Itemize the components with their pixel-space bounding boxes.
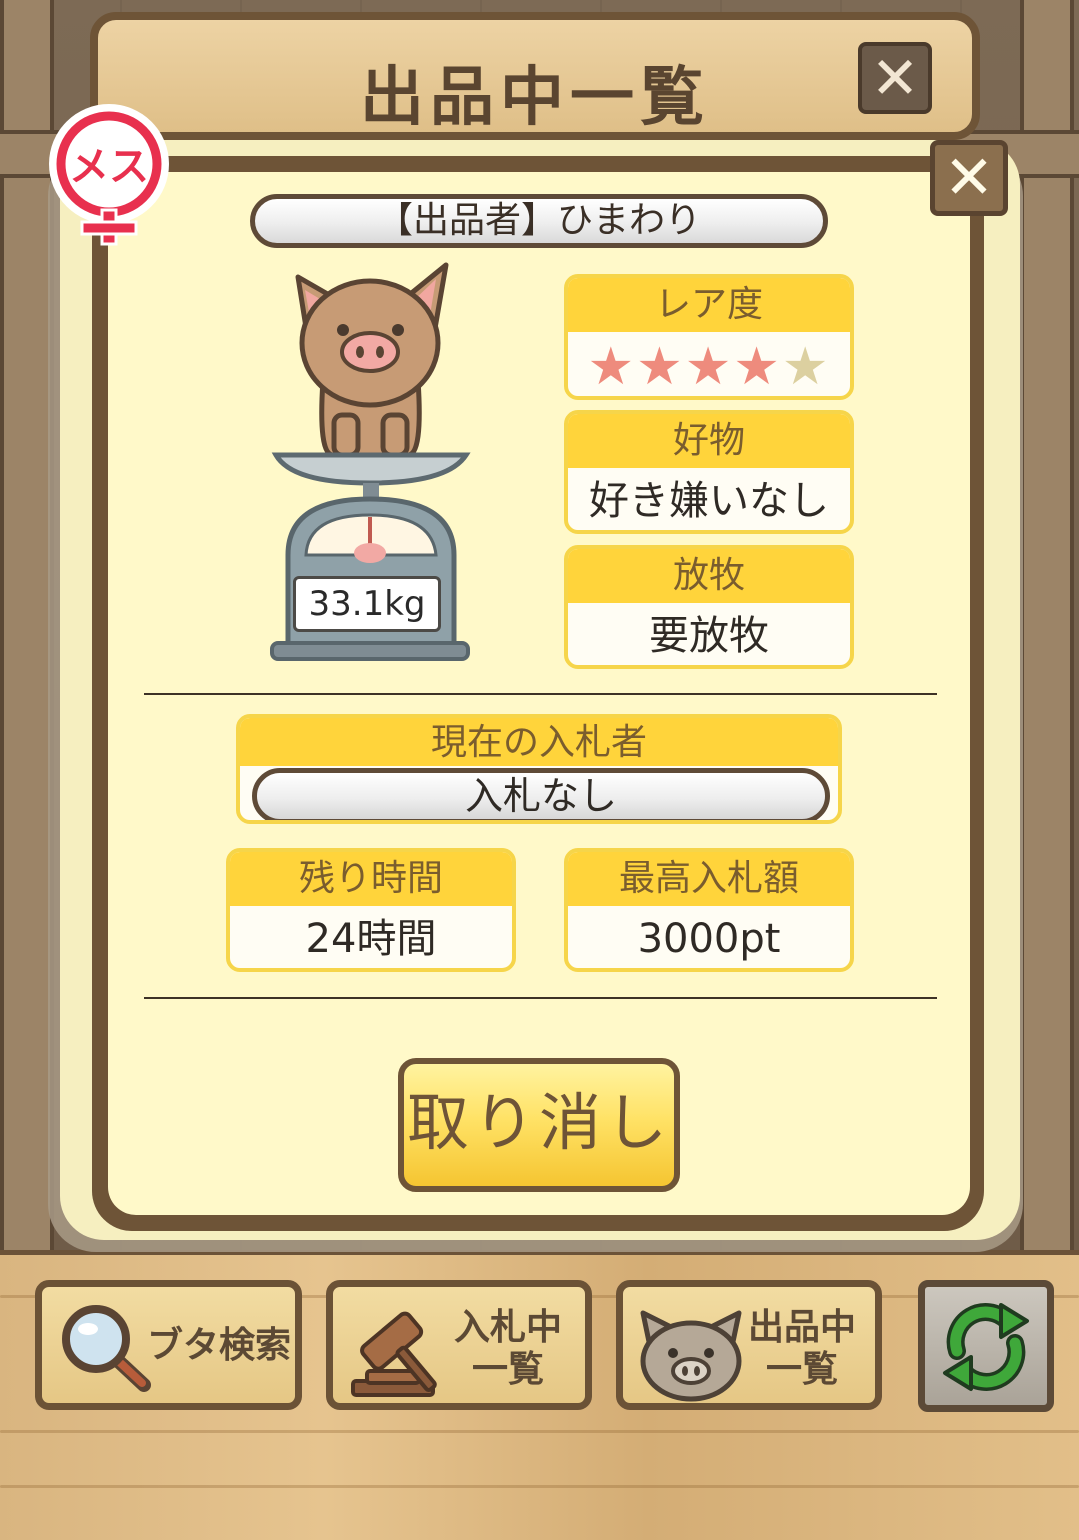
current-bidder-box: 現在の入札者 入札なし (236, 714, 842, 824)
rarity-stars: ★★★★★ (568, 332, 850, 397)
bidding-list-label-1: 入札中 (453, 1307, 562, 1348)
pig-search-button[interactable]: ブタ検索 (35, 1280, 302, 1410)
current-bidder-value: 入札なし (252, 768, 830, 820)
listing-list-label-2: 一覧 (765, 1349, 838, 1390)
divider (144, 997, 937, 999)
max-bid-label: 最高入札額 (568, 852, 850, 906)
page-title: 出品中一覧 (360, 61, 710, 135)
background-beam (1020, 0, 1074, 1250)
remaining-time-value: 24時間 (305, 916, 437, 962)
favorite-box: 好物 好き嫌いなし (564, 410, 854, 534)
bidding-list-label-2: 一覧 (471, 1349, 544, 1390)
refresh-button[interactable] (918, 1280, 1054, 1412)
pasture-value: 要放牧 (649, 613, 769, 659)
seller-name: 【出品者】ひまわり (250, 194, 828, 248)
modal-close-button[interactable]: ✕ (930, 140, 1008, 216)
max-bid-value: 3000pt (637, 916, 781, 962)
weight-display: 33.1kg (293, 576, 441, 632)
rarity-box: レア度 ★★★★★ (564, 274, 854, 400)
magnifier-icon (62, 1305, 151, 1392)
max-bid-box: 最高入札額 3000pt (564, 848, 854, 972)
divider (144, 693, 937, 695)
star-filled-icon: ★★★★ (587, 337, 782, 397)
gender-label: メス (69, 144, 149, 190)
listing-list-button[interactable]: 出品中 一覧 (616, 1280, 882, 1410)
cancel-listing-button[interactable]: 取り消し (398, 1058, 680, 1192)
refresh-icon (943, 1303, 1029, 1391)
bidding-list-button[interactable]: 入札中 一覧 (326, 1280, 592, 1410)
remaining-time-label: 残り時間 (230, 852, 512, 906)
star-empty-icon: ★ (781, 337, 831, 397)
pig-search-label: ブタ検索 (146, 1325, 291, 1366)
listing-list-label-1: 出品中 (747, 1307, 856, 1348)
pasture-label: 放牧 (568, 549, 850, 603)
favorite-value: 好き嫌いなし (589, 478, 829, 524)
current-bidder-label: 現在の入札者 (240, 718, 838, 766)
rarity-label: レア度 (568, 278, 850, 332)
female-icon: メス (49, 104, 169, 246)
title-close-button[interactable]: ✕ (858, 42, 932, 114)
remaining-time-box: 残り時間 24時間 (226, 848, 516, 972)
favorite-label: 好物 (568, 414, 850, 468)
pasture-box: 放牧 要放牧 (564, 545, 854, 669)
title-board: 出品中一覧 ✕ (90, 12, 980, 140)
